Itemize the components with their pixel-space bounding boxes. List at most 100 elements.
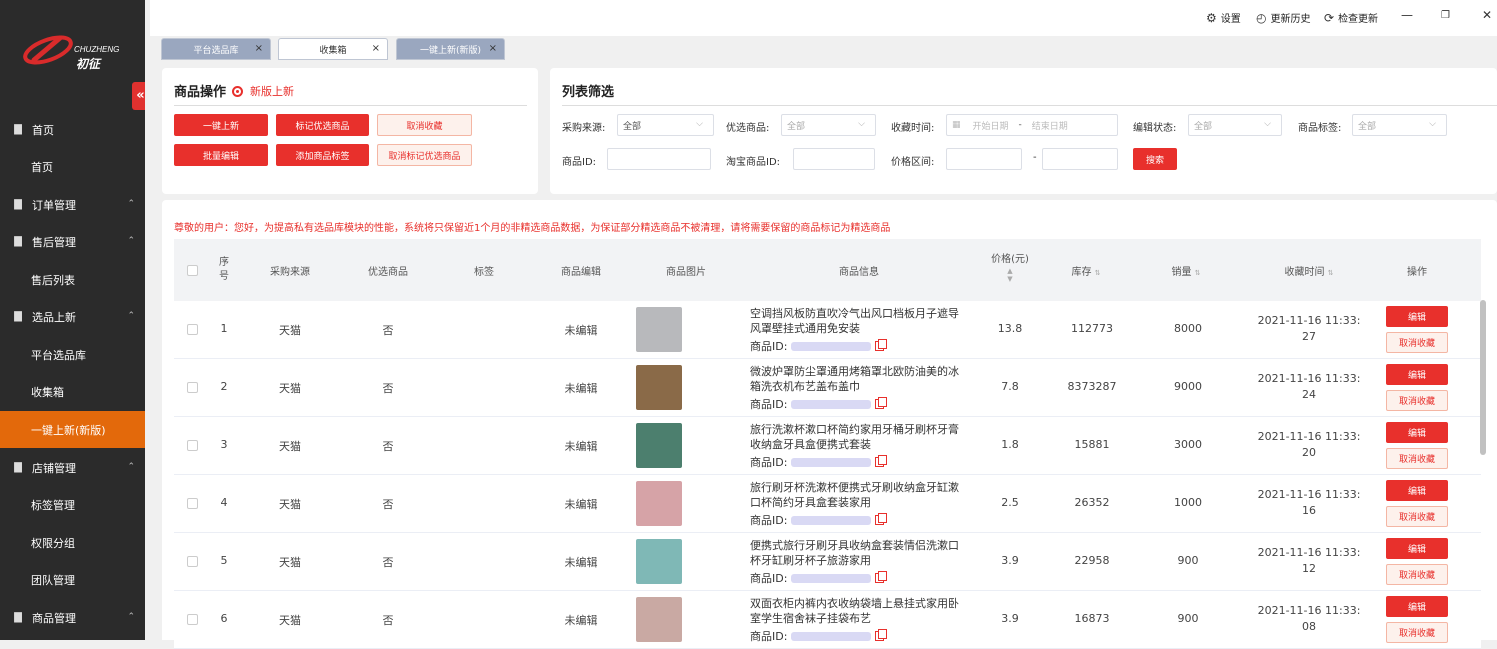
product-id: 商品ID: — [750, 570, 888, 586]
product-thumbnail[interactable] — [636, 307, 682, 352]
scrollbar[interactable] — [1480, 300, 1486, 455]
time-line: 2021-11-16 11:33: — [1257, 604, 1361, 617]
tab-collection-box[interactable]: 收集箱 × — [278, 38, 388, 60]
product-id-input[interactable] — [607, 148, 711, 170]
sidebar-item[interactable]: ▇ 商品管理 ⌃ — [0, 599, 145, 636]
cancel-favorite-button[interactable]: 取消收藏 — [1386, 448, 1448, 469]
unmark-preferred-button[interactable]: 取消标记优选商品 — [377, 144, 472, 166]
sidebar-item[interactable]: 首页 — [0, 148, 145, 185]
product-name[interactable]: 旅行刷牙杯洗漱杯便携式牙刷收纳盒牙缸漱口杯简约牙具盒套装家用 — [750, 480, 968, 510]
taobao-id-input[interactable] — [793, 148, 875, 170]
settings-button[interactable]: ⚙ 设置 — [1206, 10, 1241, 26]
row-sales: 8000 — [1174, 322, 1202, 335]
row-index: 2 — [220, 380, 228, 393]
copy-icon[interactable] — [875, 397, 888, 409]
tag-select[interactable]: 全部 ⌵ — [1352, 114, 1447, 136]
cancel-favorite-button[interactable]: 取消收藏 — [1386, 332, 1448, 353]
row-preferred: 否 — [382, 614, 394, 627]
product-name[interactable]: 双面衣柜内裤内衣收纳袋墙上悬挂式家用卧室学生宿舍袜子挂袋布艺 — [750, 596, 968, 626]
product-name[interactable]: 微波炉罩防尘罩通用烤箱罩北欧防油美的冰箱洗衣机布艺盖布盖巾 — [750, 364, 968, 394]
box-icon: ▇ — [14, 311, 22, 322]
edit-button[interactable]: 编辑 — [1386, 596, 1448, 617]
cancel-favorite-button[interactable]: 取消收藏 — [1386, 506, 1448, 527]
minimize-button[interactable]: — — [1401, 8, 1413, 22]
sidebar-item[interactable]: ▇ 首页 — [0, 111, 145, 148]
date-range-picker[interactable]: ▦ 开始日期 - 结束日期 — [946, 114, 1118, 136]
edit-button[interactable]: 编辑 — [1386, 364, 1448, 385]
product-id: 商品ID: — [750, 628, 888, 644]
sidebar-item-label: 权限分组 — [31, 536, 75, 550]
close-tab-icon[interactable]: × — [372, 43, 380, 54]
select-all-checkbox[interactable] — [187, 265, 198, 276]
edit-button[interactable]: 编辑 — [1386, 422, 1448, 443]
copy-icon[interactable] — [875, 571, 888, 583]
brand-cn: 初征 — [76, 57, 102, 71]
product-name[interactable]: 旅行洗漱杯漱口杯简约家用牙桶牙刷杯牙膏收纳盒牙具盒便携式套装 — [750, 422, 968, 452]
tab-one-click-new[interactable]: 一键上新(新版) × — [396, 38, 505, 60]
table-row: 3 天猫 否 未编辑 旅行洗漱杯漱口杯简约家用牙桶牙刷杯牙膏收纳盒牙具盒便携式套装 商品I… — [174, 417, 1481, 475]
sidebar-item[interactable]: 售后列表 — [0, 261, 145, 298]
row-edit-status: 未编辑 — [564, 614, 598, 627]
edit-button[interactable]: 编辑 — [1386, 538, 1448, 559]
product-thumbnail[interactable] — [636, 597, 682, 642]
copy-icon[interactable] — [875, 339, 888, 351]
edit-button[interactable]: 编辑 — [1386, 306, 1448, 327]
price-max-input[interactable] — [1042, 148, 1118, 170]
sidebar-item[interactable]: 收集箱 — [0, 373, 145, 410]
close-tab-icon[interactable]: × — [489, 43, 497, 54]
sidebar-item[interactable]: 团队管理 — [0, 561, 145, 598]
preferred-select[interactable]: 全部 ⌵ — [781, 114, 876, 136]
row-checkbox[interactable] — [187, 440, 198, 451]
row-checkbox[interactable] — [187, 498, 198, 509]
sidebar-item[interactable]: ▇ 店铺管理 ⌃ — [0, 449, 145, 486]
price-min-input[interactable] — [946, 148, 1022, 170]
tab-label: 收集箱 — [319, 45, 347, 56]
sidebar-item[interactable]: ▇ 选品上新 ⌃ — [0, 298, 145, 335]
sidebar-item[interactable]: ▇ 订单管理 ⌃ — [0, 186, 145, 223]
update-history-button[interactable]: ◴ 更新历史 — [1256, 10, 1310, 26]
header-sales[interactable]: 销量 ⇅ — [1146, 263, 1226, 278]
close-button[interactable]: ✕ — [1482, 8, 1492, 22]
restore-button[interactable]: ❐ — [1441, 10, 1450, 21]
sidebar-item-label: 收集箱 — [31, 385, 64, 399]
source-select[interactable]: 全部 ⌵ — [617, 114, 714, 136]
divider — [174, 105, 527, 106]
search-button[interactable]: 搜索 — [1133, 148, 1177, 170]
product-thumbnail[interactable] — [636, 365, 682, 410]
header-stock[interactable]: 库存 ⇅ — [1046, 263, 1126, 278]
product-name[interactable]: 便携式旅行牙刷牙具收纳盒套装情侣洗漱口杯牙缸刷牙杯子旅游家用 — [750, 538, 968, 568]
copy-icon[interactable] — [875, 513, 888, 525]
product-thumbnail[interactable] — [636, 423, 682, 468]
sidebar-item[interactable]: ▇ 售后管理 ⌃ — [0, 223, 145, 260]
row-checkbox[interactable] — [187, 556, 198, 567]
header-time[interactable]: 收藏时间 ⇅ — [1254, 263, 1364, 278]
check-update-button[interactable]: ⟳ 检查更新 — [1324, 10, 1378, 26]
mark-preferred-button[interactable]: 标记优选商品 — [276, 114, 369, 136]
product-thumbnail[interactable] — [636, 539, 682, 584]
batch-edit-button[interactable]: 批量编辑 — [174, 144, 268, 166]
table-row: 1 天猫 否 未编辑 空调挡风板防直吹冷气出风口档板月子遮导风罩壁挂式通用免安装 商品ID… — [174, 301, 1481, 359]
sidebar-item[interactable]: 平台选品库 — [0, 336, 145, 373]
sidebar-item[interactable]: 一键上新(新版) — [0, 411, 145, 448]
sidebar-item[interactable]: 权限分组 — [0, 524, 145, 561]
sidebar-item-label: 首页 — [32, 123, 54, 137]
cancel-favorite-button[interactable]: 取消收藏 — [377, 114, 472, 136]
cancel-favorite-button[interactable]: 取消收藏 — [1386, 564, 1448, 585]
sidebar-item[interactable]: 标签管理 — [0, 486, 145, 523]
new-version-link[interactable]: 新版上新 — [232, 83, 294, 99]
one-click-list-button[interactable]: 一键上新 — [174, 114, 268, 136]
product-thumbnail[interactable] — [636, 481, 682, 526]
row-index: 6 — [220, 612, 228, 625]
edit-status-select[interactable]: 全部 ⌵ — [1188, 114, 1282, 136]
row-checkbox[interactable] — [187, 614, 198, 625]
cancel-favorite-button[interactable]: 取消收藏 — [1386, 390, 1448, 411]
product-name[interactable]: 空调挡风板防直吹冷气出风口档板月子遮导风罩壁挂式通用免安装 — [750, 306, 968, 336]
row-checkbox[interactable] — [187, 382, 198, 393]
copy-icon[interactable] — [875, 455, 888, 467]
edit-button[interactable]: 编辑 — [1386, 480, 1448, 501]
row-checkbox[interactable] — [187, 324, 198, 335]
header-price[interactable]: 价格(元) ▲ ▼ — [970, 250, 1050, 283]
tab-platform-library[interactable]: 平台选品库 × — [161, 38, 271, 60]
add-tag-button[interactable]: 添加商品标签 — [276, 144, 369, 166]
close-tab-icon[interactable]: × — [255, 43, 263, 54]
